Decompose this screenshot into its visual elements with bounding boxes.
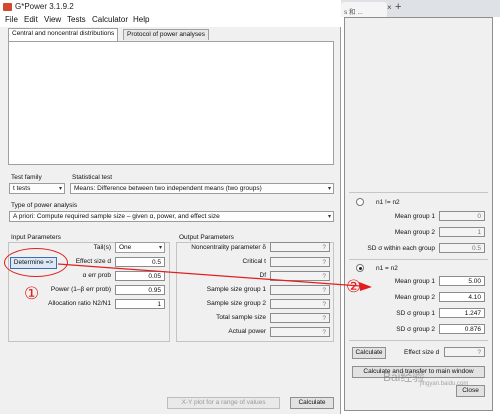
unequal-mean2-field[interactable]: 1: [439, 227, 485, 237]
noncentrality-label: Noncentrality parameter δ: [191, 244, 266, 251]
critical-t-label: Critical t: [242, 258, 266, 265]
test-family-label: Test family: [11, 174, 42, 181]
statistical-test-select[interactable]: Means: Difference between two independen…: [70, 183, 334, 194]
highlight-ellipse: [4, 248, 68, 277]
divider: [349, 340, 488, 341]
statistical-test-value: Means: Difference between two independen…: [74, 185, 262, 192]
close-icon[interactable]: ×: [387, 3, 392, 12]
tab-protocol[interactable]: Protocol of power analyses: [123, 29, 210, 40]
radio-equal-n[interactable]: [356, 264, 364, 272]
chevron-down-icon: ▾: [58, 186, 62, 192]
divider: [349, 259, 488, 260]
equal-sd2-field[interactable]: 0.876: [439, 324, 485, 334]
type-of-analysis-label: Type of power analysis: [11, 202, 78, 209]
power-field[interactable]: 0.95: [115, 285, 165, 295]
calculate-button[interactable]: Calculate: [290, 397, 334, 409]
side-calculate-button[interactable]: Calculate: [352, 347, 386, 359]
side-panel-blank-area: [345, 18, 492, 190]
unequal-mean2-label: Mean group 2: [394, 229, 435, 236]
distribution-graph-area: [8, 41, 334, 165]
noncentrality-field: ?: [270, 242, 330, 252]
df-label: Df: [259, 272, 267, 279]
window-title: G*Power 3.1.9.2: [15, 2, 74, 11]
xy-plot-button[interactable]: X-Y plot for a range of values: [167, 397, 280, 409]
sample-size-group1-label: Sample size group 1: [206, 286, 266, 293]
equal-mean2-field[interactable]: 4.10: [439, 292, 485, 302]
option-equal-label: n1 = n2: [376, 265, 398, 272]
test-family-select[interactable]: t tests ▾: [9, 183, 65, 194]
gpower-main-window: G*Power 3.1.9.2 File Edit View Tests Cal…: [0, 0, 341, 414]
total-sample-size-label: Total sample size: [216, 314, 266, 321]
option-unequal-label: n1 != n2: [376, 199, 400, 206]
new-tab-button[interactable]: +: [395, 1, 401, 13]
menu-tests[interactable]: Tests: [67, 15, 86, 24]
step-marker-2: ②: [346, 277, 362, 297]
chevron-down-icon: ▾: [327, 186, 331, 192]
allocation-ratio-field[interactable]: 1: [115, 299, 165, 309]
sample-size-group1-field: ?: [270, 285, 330, 295]
equal-mean1-field[interactable]: 5.00: [439, 276, 485, 286]
menu-view[interactable]: View: [44, 15, 61, 24]
tails-select[interactable]: One ▾: [115, 242, 165, 253]
df-field: ?: [270, 271, 330, 281]
radio-unequal-n[interactable]: [356, 198, 364, 206]
input-parameters-title: Input Parameters: [11, 234, 61, 241]
step-marker-1: ①: [24, 284, 40, 304]
browser-tab-strip: s 和 ... × +: [341, 0, 500, 17]
divider: [349, 192, 488, 193]
watermark-logo: Bai经验: [383, 370, 425, 384]
unequal-mean1-label: Mean group 1: [394, 213, 435, 220]
tails-value: One: [119, 244, 132, 251]
menu-help[interactable]: Help: [133, 15, 149, 24]
side-effect-size-field: ?: [444, 347, 485, 357]
watermark-url: jingyan.baidu.com: [420, 381, 469, 387]
determine-side-panel: n1 != n2 Mean group 1 0 Mean group 2 1 S…: [344, 17, 493, 411]
equal-mean1-label: Mean group 1: [394, 278, 435, 285]
power-label: Power (1–β err prob): [50, 286, 111, 293]
title-bar: G*Power 3.1.9.2: [0, 0, 341, 14]
equal-sd1-label: SD σ group 1: [396, 310, 435, 317]
tab-distributions[interactable]: Central and noncentral distributions: [8, 28, 119, 41]
browser-tab[interactable]: s 和 ...: [341, 2, 387, 17]
allocation-ratio-label: Allocation ratio N2/N1: [48, 300, 111, 307]
menu-file[interactable]: File: [5, 15, 18, 24]
sample-size-group2-label: Sample size group 2: [206, 300, 266, 307]
actual-power-label: Actual power: [228, 328, 266, 335]
menu-calculator[interactable]: Calculator: [92, 15, 128, 24]
type-of-analysis-value: A priori: Compute required sample size –…: [13, 213, 220, 220]
unequal-mean1-field[interactable]: 0: [439, 211, 485, 221]
unequal-sd-field[interactable]: 0.5: [439, 243, 485, 253]
side-effect-size-label: Effect size d: [404, 349, 440, 356]
menu-bar: File Edit View Tests Calculator Help: [0, 14, 341, 27]
chevron-down-icon: ▾: [158, 245, 162, 251]
actual-power-field: ?: [270, 327, 330, 337]
sample-size-group2-field: ?: [270, 299, 330, 309]
total-sample-size-field: ?: [270, 313, 330, 323]
equal-mean2-label: Mean group 2: [394, 294, 435, 301]
statistical-test-label: Statistical test: [72, 174, 113, 181]
critical-t-field: ?: [270, 257, 330, 267]
menu-edit[interactable]: Edit: [24, 15, 38, 24]
chevron-down-icon: ▾: [327, 214, 331, 220]
output-parameters-title: Output Parameters: [179, 234, 234, 241]
test-family-value: t tests: [13, 185, 31, 192]
gpower-logo-icon: [3, 3, 12, 11]
alpha-field[interactable]: 0.05: [115, 271, 165, 281]
unequal-sd-label: SD σ within each group: [367, 245, 435, 252]
type-of-analysis-select[interactable]: A priori: Compute required sample size –…: [9, 211, 334, 222]
effect-size-field[interactable]: 0.5: [115, 257, 165, 267]
equal-sd2-label: SD σ group 2: [396, 326, 435, 333]
equal-sd1-field[interactable]: 1.247: [439, 308, 485, 318]
